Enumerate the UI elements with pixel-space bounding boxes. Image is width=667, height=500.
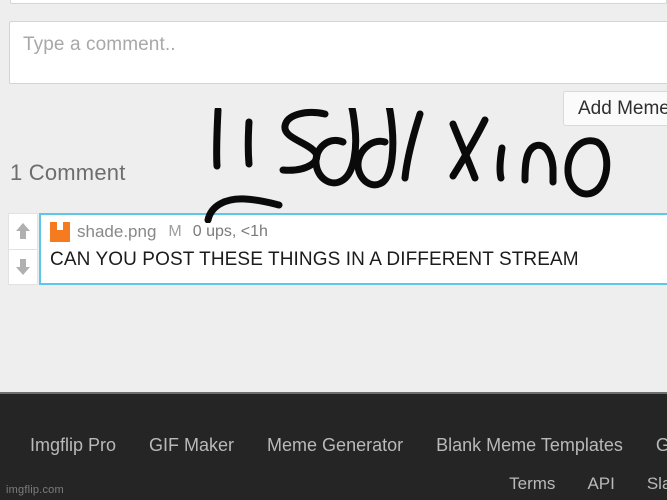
comment-meta-stats: 0 ups, <1h <box>192 223 268 240</box>
imgflip-watermark: imgflip.com <box>6 484 64 496</box>
downvote-button[interactable] <box>8 248 38 285</box>
add-meme-button[interactable]: Add Meme <box>563 91 667 126</box>
comment-meta: shade.png M 0 ups, <1h <box>49 220 268 244</box>
footer-link-api[interactable]: API <box>587 474 614 494</box>
comment-text: CAN YOU POST THESE THINGS IN A DIFFERENT… <box>50 249 579 270</box>
vote-column <box>8 213 38 285</box>
comment-body: shade.png M 0 ups, <1h CAN YOU POST THES… <box>39 213 667 285</box>
footer-secondary-nav: Terms API Slack Ap <box>477 474 667 494</box>
footer-link-terms[interactable]: Terms <box>509 474 555 494</box>
arrow-up-icon <box>14 221 32 241</box>
footer-link-gif-templates[interactable]: GIF Te <box>656 435 667 456</box>
arrow-down-icon <box>14 257 32 277</box>
comment-input-placeholder: Type a comment.. <box>23 34 176 55</box>
imgflip-comment-page: Type a comment.. Add Meme 1 Comment shad… <box>0 0 667 500</box>
comment-row: shade.png M 0 ups, <1h CAN YOU POST THES… <box>8 213 667 285</box>
comment-author[interactable]: shade.png <box>77 222 156 242</box>
handwritten-scribble-annotation <box>195 102 625 224</box>
footer-primary-nav: Imgflip Pro GIF Maker Meme Generator Bla… <box>30 435 667 456</box>
comment-input[interactable]: Type a comment.. <box>9 21 667 84</box>
footer-link-meme-generator[interactable]: Meme Generator <box>267 435 403 456</box>
site-footer: Imgflip Pro GIF Maker Meme Generator Bla… <box>0 392 667 500</box>
footer-link-imgflip-pro[interactable]: Imgflip Pro <box>30 435 116 456</box>
comment-count-heading: 1 Comment <box>10 160 126 185</box>
footer-link-slack-app[interactable]: Slack Ap <box>647 474 667 494</box>
footer-link-blank-meme-templates[interactable]: Blank Meme Templates <box>436 435 623 456</box>
footer-link-gif-maker[interactable]: GIF Maker <box>149 435 234 456</box>
imgflip-avatar-icon[interactable] <box>49 221 72 243</box>
add-meme-button-label: Add Meme <box>578 97 667 119</box>
clipped-top-panel <box>10 0 667 4</box>
moderator-badge: M <box>168 223 182 240</box>
upvote-button[interactable] <box>8 213 38 249</box>
